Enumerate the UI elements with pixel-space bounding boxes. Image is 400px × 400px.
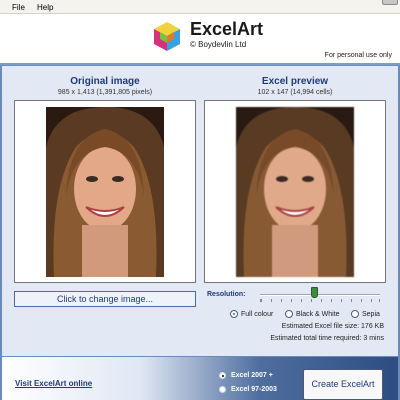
window-close-button[interactable]: [382, 0, 398, 5]
create-excelart-button[interactable]: Create ExcelArt: [303, 369, 383, 400]
original-photo: [46, 107, 164, 277]
preview-photo: [236, 107, 354, 277]
colour-mode-full-label: Full colour: [241, 310, 274, 318]
colour-mode-full[interactable]: Full colour: [230, 310, 273, 318]
estimated-file-size: Estimated Excel file size: 176 KB: [281, 323, 384, 330]
license-note: For personal use only: [324, 52, 392, 59]
excel-preview-frame: [204, 100, 386, 283]
colour-mode-sepia-label: Sepia: [362, 310, 380, 318]
colour-mode-bw[interactable]: Black & White: [285, 310, 340, 318]
excel-preview-title: Excel preview: [261, 76, 329, 87]
radio-sepia[interactable]: [351, 310, 359, 318]
colour-mode-sepia[interactable]: Sepia: [351, 310, 380, 318]
estimated-time: Estimated total time required: 3 mins: [270, 335, 384, 342]
resolution-slider-thumb[interactable]: [310, 287, 318, 298]
excelart-logo-icon: [154, 22, 180, 51]
original-image-frame[interactable]: [14, 100, 196, 283]
radio-excel-97-2003[interactable]: [219, 386, 226, 393]
colour-mode-bw-label: Black & White: [296, 310, 340, 318]
version-excel-2007-label: Excel 2007 +: [231, 372, 273, 379]
radio-full-colour[interactable]: [230, 310, 238, 318]
original-image-dimensions: 985 x 1,413 (1,391,805 pixels): [57, 89, 153, 96]
app-name: ExcelArt: [190, 19, 264, 39]
resolution-slider-ticks: [260, 299, 380, 302]
radio-excel-2007[interactable]: [219, 372, 226, 379]
version-excel-97-2003[interactable]: Excel 97-2003: [219, 386, 277, 393]
version-excel-97-2003-label: Excel 97-2003: [231, 386, 277, 393]
menu-help[interactable]: Help: [37, 3, 53, 12]
original-image-title: Original image: [70, 76, 140, 87]
change-image-button[interactable]: Click to change image...: [14, 291, 196, 307]
menu-bar: File Help: [0, 0, 400, 14]
menu-file[interactable]: File: [12, 3, 25, 12]
app-header: ExcelArt © Boydevlin Ltd For personal us…: [0, 14, 400, 65]
excel-preview-dimensions: 102 x 147 (14,994 cells): [257, 89, 333, 96]
main-panel: Original image 985 x 1,413 (1,391,805 pi…: [2, 66, 398, 356]
copyright-text: © Boydevlin Ltd: [190, 40, 247, 49]
bottom-bar: Visit ExcelArt online Excel 2007 + Excel…: [2, 357, 398, 400]
visit-website-link[interactable]: Visit ExcelArt online: [15, 379, 92, 388]
version-excel-2007[interactable]: Excel 2007 +: [219, 372, 273, 379]
radio-black-white[interactable]: [285, 310, 293, 318]
resolution-slider-track[interactable]: [260, 294, 380, 296]
resolution-label: Resolution:: [207, 291, 246, 298]
